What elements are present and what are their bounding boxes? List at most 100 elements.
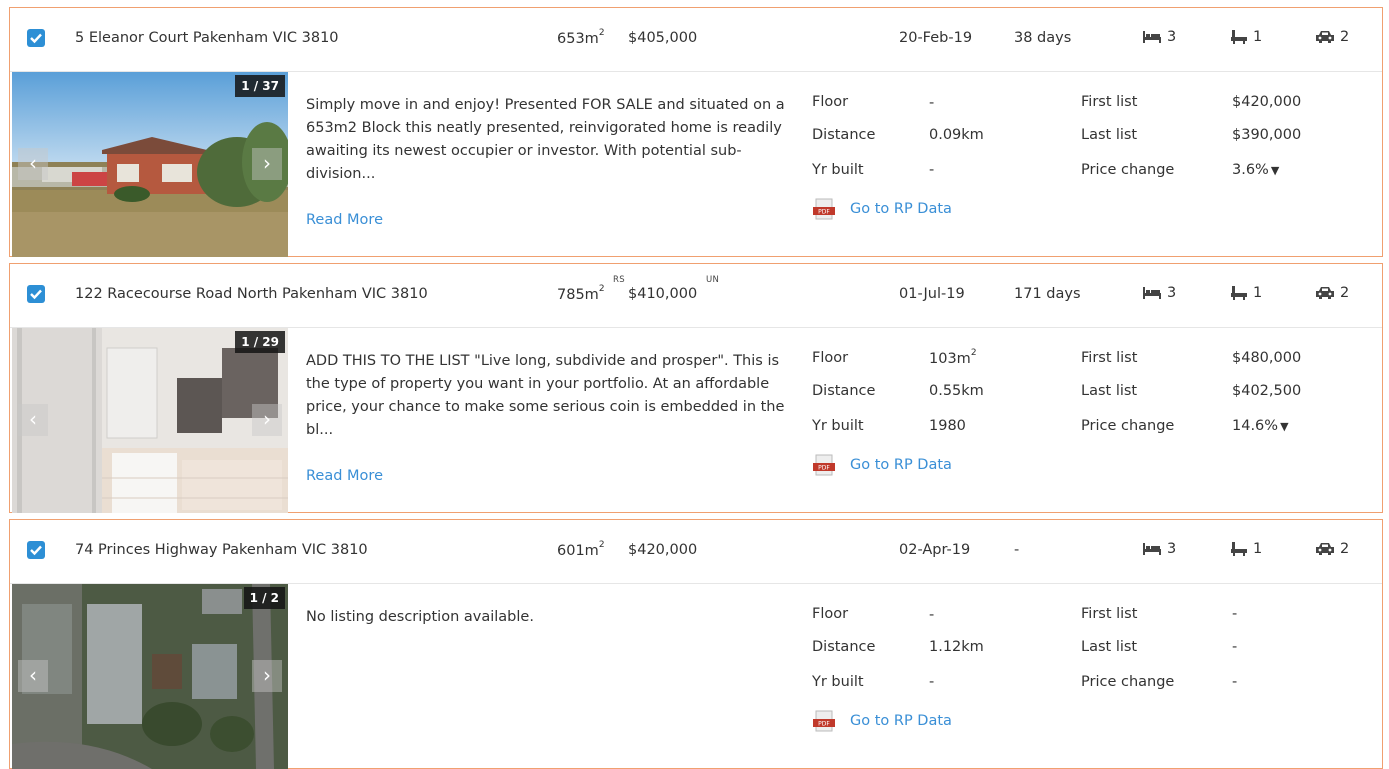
- photo-next-button[interactable]: ›: [252, 660, 282, 692]
- pdf-icon: PDF: [812, 710, 836, 732]
- listing-address[interactable]: 74 Princes Highway Pakenham VIC 3810: [75, 542, 368, 558]
- yr-built-value: -: [929, 674, 935, 690]
- listing-description: Simply move in and enjoy! Presented FOR …: [306, 97, 785, 182]
- select-checkbox[interactable]: [27, 29, 45, 47]
- photo-next-button[interactable]: ›: [252, 148, 282, 180]
- last-list-label: Last list: [1081, 639, 1138, 655]
- photo-prev-button[interactable]: ‹: [18, 660, 48, 692]
- distance-label: Distance: [812, 383, 876, 399]
- chevron-right-icon: ›: [263, 407, 271, 431]
- listing-body: 1 / 29 ‹ › ADD THIS TO THE LIST "Live lo…: [10, 328, 1382, 513]
- price-down-icon: ▼: [1270, 164, 1280, 177]
- price-change-label: Price change: [1081, 418, 1175, 434]
- listing-card[interactable]: 122 Racecourse Road North Pakenham VIC 3…: [9, 263, 1383, 513]
- chevron-left-icon: ‹: [29, 151, 37, 175]
- select-checkbox[interactable]: [27, 285, 45, 303]
- distance-value: 0.09km: [929, 127, 984, 143]
- listing-photo[interactable]: 1 / 2 ‹ ›: [12, 584, 288, 769]
- property-list: 5 Eleanor Court Pakenham VIC 3810 653m2 …: [0, 0, 1389, 769]
- rp-data-link[interactable]: PDF Go to RP Data: [812, 454, 952, 476]
- bath-icon: [1231, 286, 1247, 300]
- listing-price: $410,000: [628, 286, 698, 302]
- baths: 1: [1230, 29, 1262, 45]
- floor-label: Floor: [812, 94, 849, 110]
- listing-price: $405,000: [628, 30, 698, 46]
- listing-header: 5 Eleanor Court Pakenham VIC 3810 653m2 …: [10, 8, 1382, 72]
- floor-value: 103m2: [929, 348, 977, 367]
- floor-value: -: [929, 94, 935, 111]
- beds: 3: [1142, 541, 1176, 557]
- chevron-left-icon: ‹: [29, 663, 37, 687]
- listing-card[interactable]: 74 Princes Highway Pakenham VIC 3810 601…: [9, 519, 1383, 769]
- bathroom-photo: [12, 328, 288, 513]
- listing-date: 02-Apr-19: [899, 542, 971, 558]
- distance-value: 0.55km: [929, 383, 984, 399]
- last-list-value: $390,000: [1232, 127, 1302, 143]
- listing-address[interactable]: 122 Racecourse Road North Pakenham VIC 3…: [75, 286, 428, 302]
- photo-prev-button[interactable]: ‹: [18, 148, 48, 180]
- listing-description: ADD THIS TO THE LIST "Live long, subdivi…: [306, 353, 785, 438]
- yr-built-label: Yr built: [812, 674, 864, 690]
- pdf-icon: PDF: [812, 198, 836, 220]
- days-on-market: -: [1014, 542, 1020, 558]
- yr-built-label: Yr built: [812, 162, 864, 178]
- car-icon: [1316, 287, 1334, 299]
- yr-built-value: 1980: [929, 418, 966, 434]
- beds: 3: [1142, 285, 1176, 301]
- photo-prev-button[interactable]: ‹: [18, 404, 48, 436]
- rp-data-link[interactable]: PDF Go to RP Data: [812, 710, 952, 732]
- price-change-value: 3.6% ▼: [1232, 162, 1280, 178]
- house-photo: [12, 72, 288, 257]
- listing-body: 1 / 2 ‹ › No listing description availab…: [10, 584, 1382, 769]
- listing-header: 74 Princes Highway Pakenham VIC 3810 601…: [10, 520, 1382, 584]
- svg-text:PDF: PDF: [818, 209, 830, 216]
- last-list-label: Last list: [1081, 383, 1138, 399]
- last-list-value: $402,500: [1232, 383, 1302, 399]
- price-tag-left: RS: [613, 275, 625, 285]
- land-size: 601m2: [557, 540, 605, 559]
- listing-address[interactable]: 5 Eleanor Court Pakenham VIC 3810: [75, 30, 339, 46]
- beds: 3: [1142, 29, 1176, 45]
- bed-icon: [1143, 543, 1161, 555]
- rp-data-link-label: Go to RP Data: [850, 457, 952, 473]
- listing-description: No listing description available.: [306, 609, 534, 625]
- baths: 1: [1230, 541, 1262, 557]
- bed-icon: [1143, 31, 1161, 43]
- yr-built-label: Yr built: [812, 418, 864, 434]
- read-more-link[interactable]: Read More: [306, 212, 383, 228]
- first-list-label: First list: [1081, 350, 1138, 366]
- chevron-left-icon: ‹: [29, 407, 37, 431]
- floor-label: Floor: [812, 350, 849, 366]
- price-change-label: Price change: [1081, 674, 1175, 690]
- price-change-value: 14.6% ▼: [1232, 418, 1289, 434]
- last-list-value: -: [1232, 639, 1238, 655]
- first-list-value: $480,000: [1232, 350, 1302, 366]
- first-list-label: First list: [1081, 606, 1138, 622]
- listing-price: $420,000: [628, 542, 698, 558]
- days-on-market: 171 days: [1014, 286, 1081, 302]
- photo-counter: 1 / 37: [235, 75, 285, 97]
- pdf-icon: PDF: [812, 454, 836, 476]
- chevron-right-icon: ›: [263, 151, 271, 175]
- price-tag-right: UN: [706, 275, 720, 285]
- distance-label: Distance: [812, 127, 876, 143]
- photo-next-button[interactable]: ›: [252, 404, 282, 436]
- photo-counter: 1 / 2: [243, 587, 285, 609]
- rp-data-link[interactable]: PDF Go to RP Data: [812, 198, 952, 220]
- listing-body: 1 / 37 ‹ › Simply move in and enjoy! Pre…: [10, 72, 1382, 257]
- first-list-value: $420,000: [1232, 94, 1302, 110]
- distance-label: Distance: [812, 639, 876, 655]
- svg-text:PDF: PDF: [818, 465, 830, 472]
- read-more-link[interactable]: Read More: [306, 468, 383, 484]
- rp-data-link-label: Go to RP Data: [850, 713, 952, 729]
- listing-photo[interactable]: 1 / 29 ‹ ›: [12, 328, 288, 513]
- checkbox-checked-icon: [30, 289, 42, 300]
- land-size: 653m2: [557, 28, 605, 47]
- listing-date: 01-Jul-19: [899, 286, 965, 302]
- bath-icon: [1231, 30, 1247, 44]
- distance-value: 1.12km: [929, 639, 984, 655]
- listing-card[interactable]: 5 Eleanor Court Pakenham VIC 3810 653m2 …: [9, 7, 1383, 257]
- select-checkbox[interactable]: [27, 541, 45, 559]
- listing-photo[interactable]: 1 / 37 ‹ ›: [12, 72, 288, 257]
- price-change-label: Price change: [1081, 162, 1175, 178]
